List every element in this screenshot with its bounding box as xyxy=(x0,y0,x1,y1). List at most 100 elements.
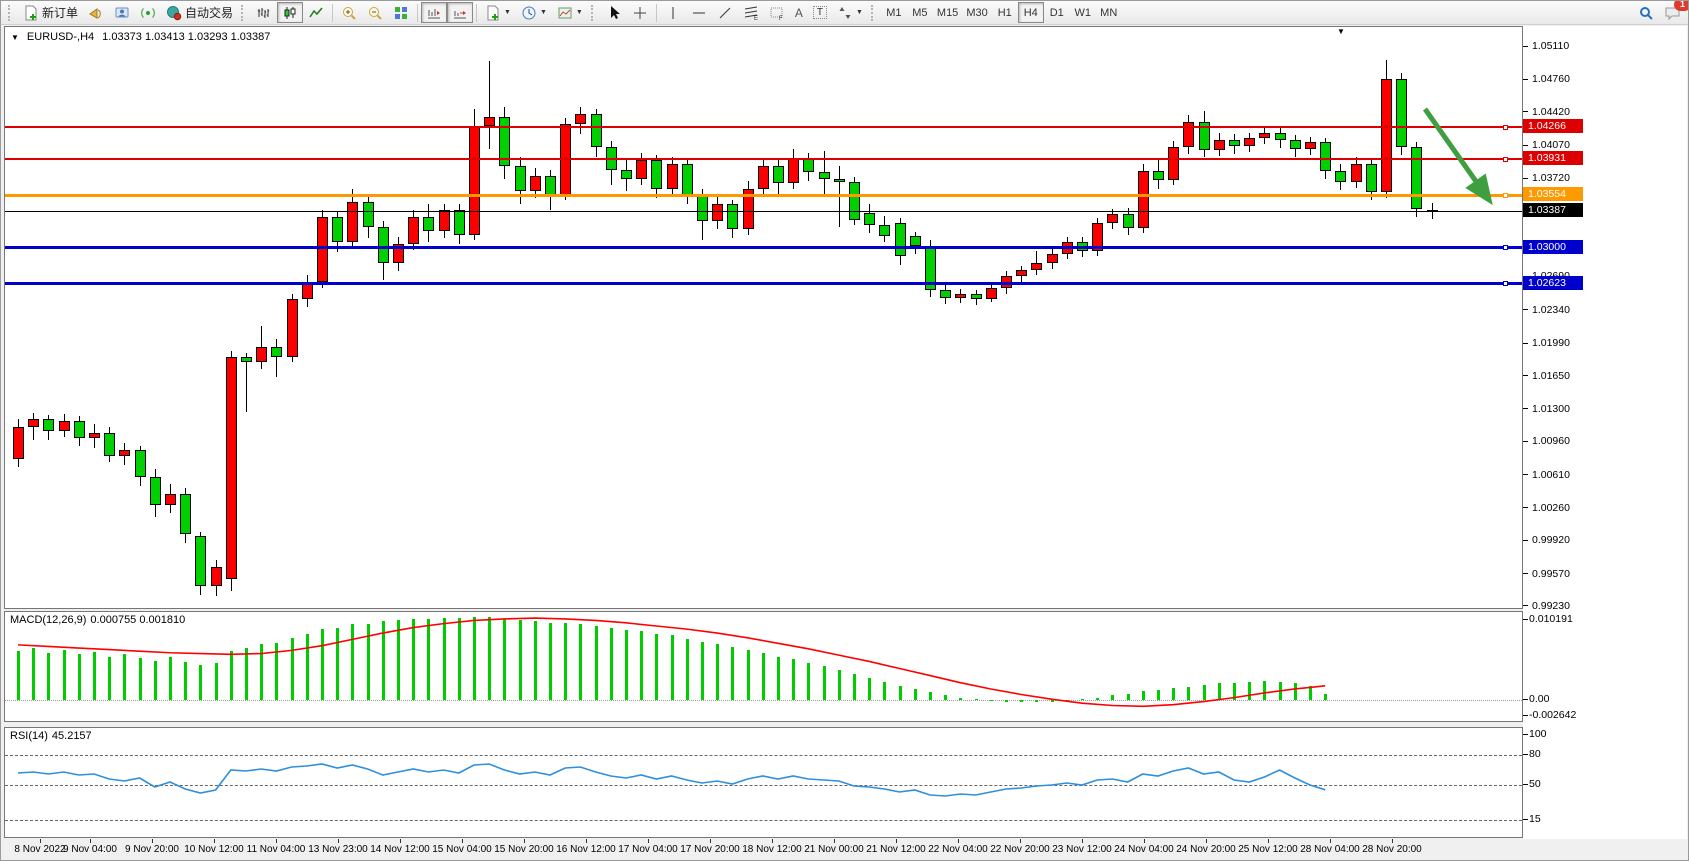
chart-dropdown-icon[interactable]: ▼ xyxy=(11,33,19,42)
rsi-axis-tick xyxy=(1523,819,1528,820)
macd-histogram-bar xyxy=(807,663,810,700)
macd-histogram-bar xyxy=(382,621,385,700)
candle xyxy=(119,450,130,456)
time-axis-label: 22 Nov 20:00 xyxy=(990,844,1050,855)
candle xyxy=(423,217,434,230)
cursor-tool-button[interactable] xyxy=(601,2,627,23)
text-tool-button[interactable]: A xyxy=(790,2,808,23)
price-level-badge: 1.03000 xyxy=(1523,240,1583,254)
candle xyxy=(1214,140,1225,150)
macd-histogram-bar xyxy=(351,624,354,700)
indicators-button[interactable]: ▼ xyxy=(480,2,516,23)
candle xyxy=(712,204,723,221)
time-axis-label: 11 Nov 04:00 xyxy=(247,844,306,855)
y-axis-tick-label: 1.01300 xyxy=(1532,403,1570,415)
horizontal-level-line[interactable] xyxy=(5,246,1522,249)
toolbar-grip[interactable] xyxy=(871,5,878,21)
main-chart-panel[interactable]: ▼ EURUSD-,H4 1.03373 1.03413 1.03293 1.0… xyxy=(4,26,1523,609)
horizontal-level-line[interactable] xyxy=(5,158,1522,160)
horizontal-level-line[interactable] xyxy=(5,126,1522,128)
y-axis-tick xyxy=(1523,79,1528,80)
timeframe-w1[interactable]: W1 xyxy=(1070,2,1096,23)
time-axis-label: 17 Nov 04:00 xyxy=(618,844,678,855)
trendline-tool-button[interactable] xyxy=(712,2,738,23)
terminal-button[interactable] xyxy=(109,2,135,23)
y-axis-tick xyxy=(1523,540,1528,541)
current-price-line xyxy=(5,211,1522,212)
macd-histogram-bar xyxy=(1172,688,1175,700)
y-axis-tick xyxy=(1523,605,1528,606)
timeframe-h1[interactable]: H1 xyxy=(992,2,1018,23)
zoom-in-button[interactable] xyxy=(336,2,362,23)
macd-histogram-bar xyxy=(1233,683,1236,700)
bar-chart-mode-button[interactable] xyxy=(251,2,277,23)
macd-histogram-bar xyxy=(701,642,704,700)
text-label-tool-button[interactable]: T xyxy=(808,2,832,23)
macd-histogram-bar xyxy=(731,647,734,700)
candlestick-mode-button[interactable] xyxy=(277,2,303,23)
timeframe-m15[interactable]: M15 xyxy=(933,2,962,23)
candle xyxy=(1153,171,1164,181)
rsi-axis-tick xyxy=(1523,784,1528,785)
channel-tool-button[interactable]: F xyxy=(764,2,790,23)
zoom-out-button[interactable] xyxy=(362,2,388,23)
y-axis-tick-label: 1.02340 xyxy=(1532,304,1570,316)
macd-histogram-bar xyxy=(899,686,902,700)
time-axis-label: 9 Nov 04:00 xyxy=(63,844,117,855)
macd-histogram-bar xyxy=(78,654,81,700)
auto-scroll-icon xyxy=(452,5,468,21)
macd-panel[interactable]: MACD(12,26,9)0.000755 0.001810 xyxy=(4,611,1523,722)
notification-badge: 1 xyxy=(1674,0,1689,11)
horizontal-level-line[interactable] xyxy=(5,282,1522,285)
rsi-level-line xyxy=(5,820,1522,821)
candle xyxy=(363,202,374,227)
macd-histogram-bar xyxy=(1218,683,1221,700)
level-line-handle[interactable] xyxy=(1503,193,1508,198)
macd-axis-label: -0.002642 xyxy=(1529,709,1576,721)
time-axis-tick xyxy=(40,839,41,843)
timeframe-m5[interactable]: M5 xyxy=(907,2,933,23)
candle xyxy=(104,433,115,456)
level-line-handle[interactable] xyxy=(1503,157,1508,162)
search-button[interactable] xyxy=(1633,2,1659,23)
trading-platform-window: 新订单 自动交易 xyxy=(0,0,1689,861)
macd-zero-line xyxy=(5,700,1522,701)
auto-trading-button[interactable]: 自动交易 xyxy=(161,2,238,23)
toolbar-grip[interactable] xyxy=(8,5,15,21)
macd-histogram-bar xyxy=(853,674,856,700)
timeframe-m30[interactable]: M30 xyxy=(962,2,991,23)
timeframe-mn[interactable]: MN xyxy=(1096,2,1122,23)
timeframe-d1[interactable]: D1 xyxy=(1044,2,1070,23)
auto-scroll-button[interactable] xyxy=(447,2,473,23)
macd-histogram-bar xyxy=(230,651,233,700)
vertical-line-tool-button[interactable] xyxy=(660,2,686,23)
market-watch-button[interactable] xyxy=(83,2,109,23)
arrows-tool-button[interactable]: ▼ xyxy=(832,2,868,23)
macd-histogram-bar xyxy=(1279,682,1282,700)
fibonacci-tool-button[interactable]: E xyxy=(738,2,764,23)
crosshair-icon xyxy=(632,5,648,21)
horizontal-line-tool-button[interactable] xyxy=(686,2,712,23)
signals-button[interactable] xyxy=(135,2,161,23)
level-line-handle[interactable] xyxy=(1503,125,1508,130)
rsi-panel[interactable]: RSI(14)45.2157 xyxy=(4,727,1523,838)
level-line-handle[interactable] xyxy=(1503,281,1508,286)
periods-button[interactable]: ▼ xyxy=(516,2,552,23)
toolbar-grip[interactable] xyxy=(591,5,598,21)
timeframe-m1[interactable]: M1 xyxy=(881,2,907,23)
bar-chart-icon xyxy=(256,5,272,21)
level-line-handle[interactable] xyxy=(1503,245,1508,250)
chart-shift-button[interactable] xyxy=(421,2,447,23)
horizontal-level-line[interactable] xyxy=(5,194,1522,197)
crosshair-tool-button[interactable] xyxy=(627,2,653,23)
tile-windows-button[interactable] xyxy=(388,2,414,23)
macd-histogram-bar xyxy=(321,629,324,700)
object-anchor-marker[interactable]: ▼ xyxy=(1337,27,1345,36)
chevron-down-icon: ▼ xyxy=(856,9,863,16)
toolbar-grip[interactable] xyxy=(241,5,248,21)
new-order-button[interactable]: 新订单 xyxy=(18,2,83,23)
macd-histogram-bar xyxy=(564,623,567,700)
line-chart-mode-button[interactable] xyxy=(303,2,329,23)
timeframe-h4[interactable]: H4 xyxy=(1018,2,1044,23)
templates-button[interactable]: ▼ xyxy=(552,2,588,23)
